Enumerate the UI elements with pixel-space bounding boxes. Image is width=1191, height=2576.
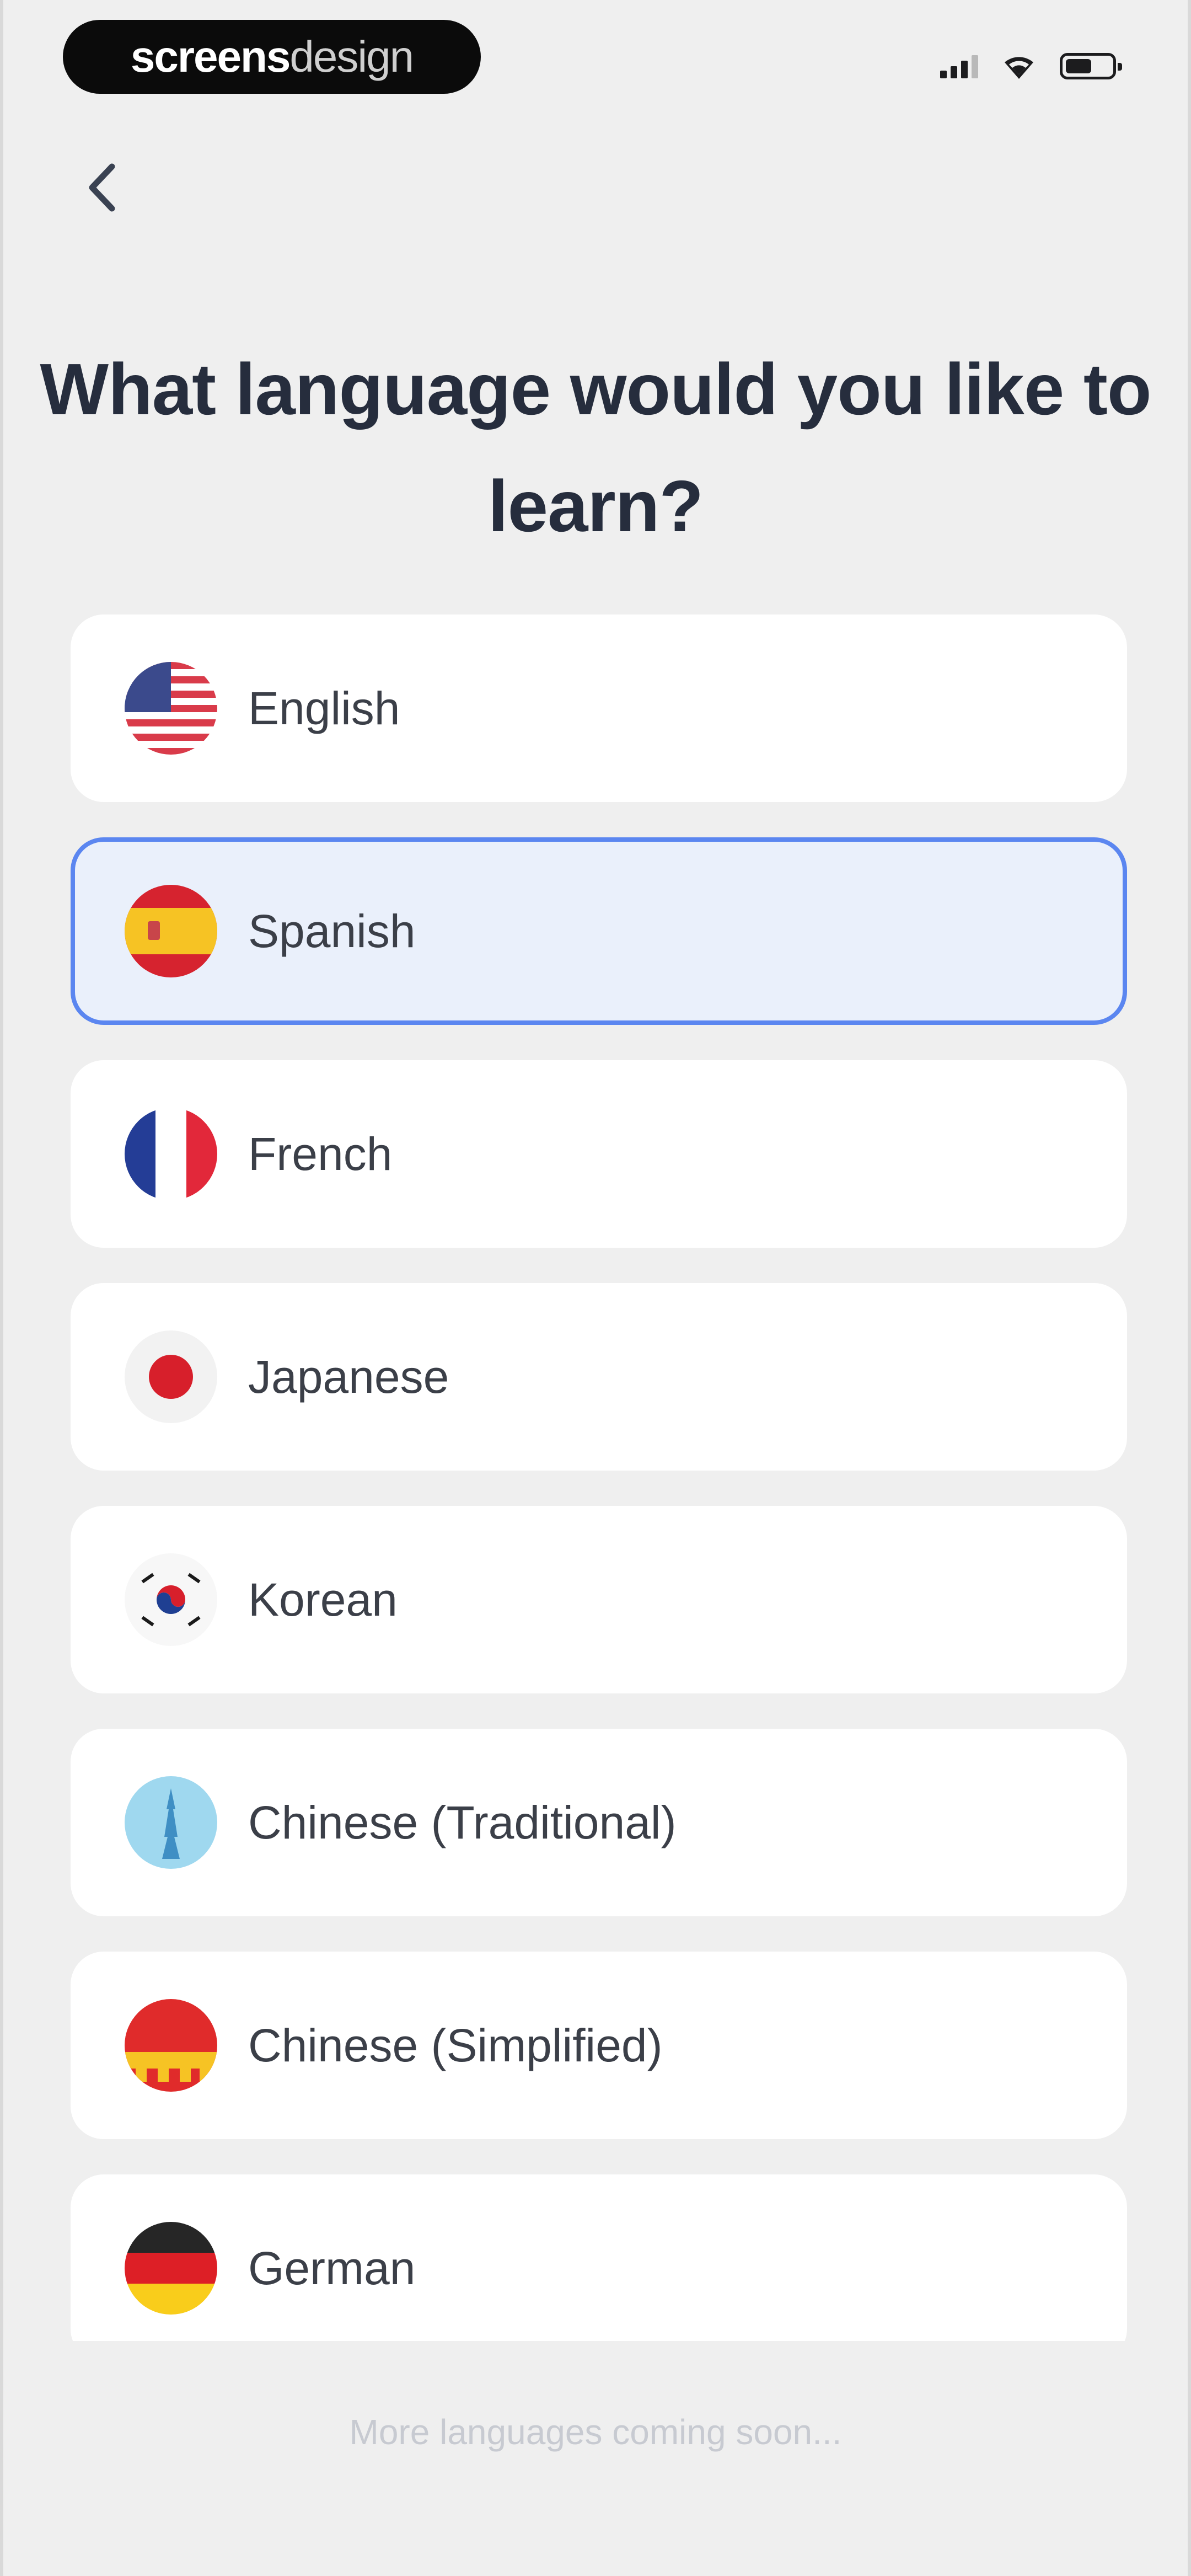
- language-option-korean[interactable]: Korean: [71, 1506, 1127, 1693]
- language-option-spanish[interactable]: Spanish: [71, 837, 1127, 1025]
- language-label: Korean: [248, 1574, 398, 1626]
- brand-name-bold: screens: [130, 32, 291, 81]
- language-option-english[interactable]: English: [71, 614, 1127, 802]
- more-languages-note: More languages coming soon...: [349, 2412, 842, 2452]
- signal-icon: [940, 54, 978, 78]
- language-option-german[interactable]: German: [71, 2174, 1127, 2341]
- language-option-japanese[interactable]: Japanese: [71, 1283, 1127, 1471]
- language-label: Spanish: [248, 905, 416, 957]
- language-label: Chinese (Traditional): [248, 1797, 677, 1848]
- language-label: English: [248, 682, 400, 734]
- language-list: English Spanish French Japanese Korean C…: [71, 614, 1127, 2341]
- wifi-icon: [1005, 57, 1033, 79]
- spain-flag-icon: [125, 885, 217, 977]
- korea-flag-icon: [125, 1553, 217, 1646]
- battery-icon: [1060, 53, 1122, 79]
- brand-name-light: design: [289, 32, 414, 81]
- language-label: French: [248, 1128, 393, 1180]
- language-label: German: [248, 2242, 416, 2294]
- page-title: What language would you like to learn?: [40, 349, 1151, 547]
- us-flag-icon: [125, 662, 217, 755]
- taiwan-landmark-icon: [125, 1776, 217, 1869]
- language-label: Chinese (Simplified): [248, 2019, 663, 2071]
- language-option-chinese-traditional[interactable]: Chinese (Traditional): [71, 1729, 1127, 1916]
- germany-flag-icon: [125, 2222, 217, 2315]
- status-icons: [940, 50, 1122, 83]
- japan-flag-icon: [125, 1330, 217, 1423]
- chevron-left-icon: [89, 163, 115, 212]
- brand-watermark: screens design: [63, 20, 481, 94]
- china-flag-icon: [125, 1999, 217, 2092]
- language-option-french[interactable]: French: [71, 1060, 1127, 1248]
- language-label: Japanese: [248, 1351, 449, 1403]
- language-selection-screen: screens design What language would you li…: [0, 0, 1191, 2576]
- france-flag-icon: [125, 1108, 217, 1200]
- back-button[interactable]: [69, 154, 136, 221]
- language-option-chinese-simplified[interactable]: Chinese (Simplified): [71, 1952, 1127, 2139]
